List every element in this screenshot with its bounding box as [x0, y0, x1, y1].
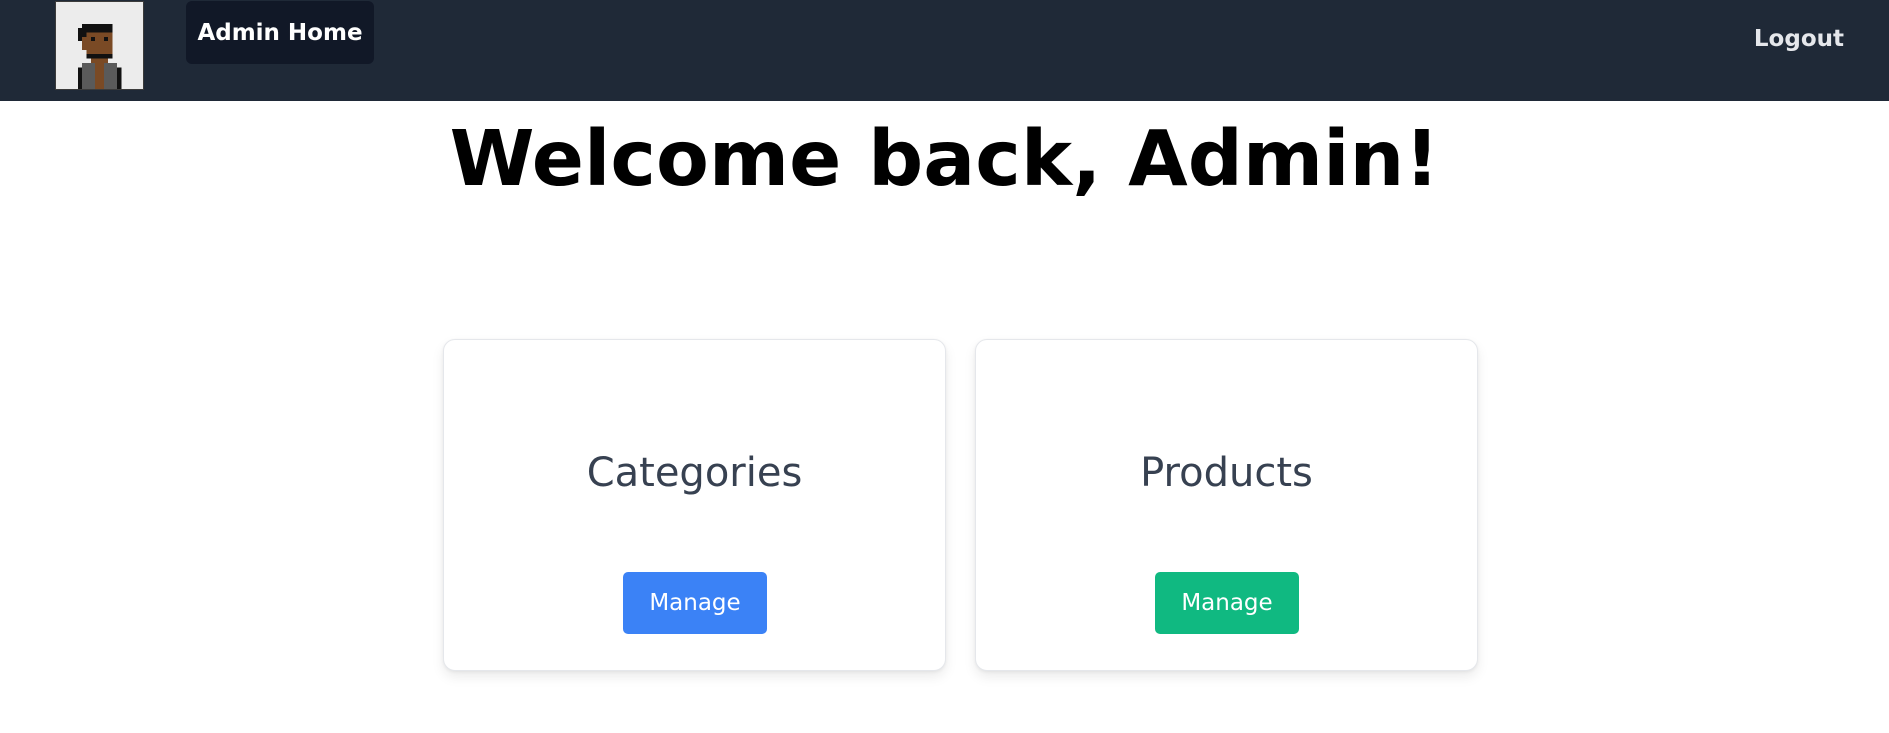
top-navbar: Admin Home Logout [0, 0, 1889, 101]
avatar[interactable] [55, 1, 144, 90]
page-title: Welcome back, Admin! [449, 115, 1440, 204]
manage-products-button[interactable]: Manage [1155, 572, 1299, 634]
categories-card: Categories Manage [443, 339, 946, 671]
products-card-title: Products [1140, 450, 1313, 496]
logout-link[interactable]: Logout [1754, 26, 1844, 52]
admin-home-link[interactable]: Admin Home [186, 1, 374, 64]
products-card: Products Manage [975, 339, 1478, 671]
pixel-person-avatar-icon [56, 2, 143, 89]
manage-categories-button[interactable]: Manage [623, 572, 767, 634]
categories-card-title: Categories [586, 450, 803, 496]
